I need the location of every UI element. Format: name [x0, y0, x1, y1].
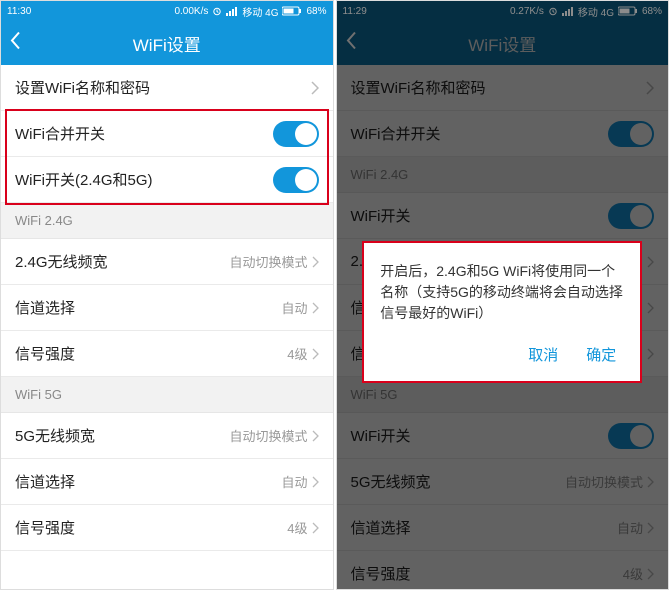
row-merge-switch[interactable]: WiFi合并开关 — [1, 111, 333, 157]
alarm-icon — [212, 6, 222, 16]
chevron-right-icon — [312, 522, 319, 534]
row-label: 信道选择 — [15, 471, 75, 492]
battery-icon — [282, 6, 302, 16]
status-network: 移动 4G — [242, 4, 278, 19]
header-title: WiFi设置 — [133, 31, 201, 56]
status-speed: 0.00K/s — [174, 6, 208, 17]
row-5g-channel[interactable]: 信道选择 自动 — [1, 459, 333, 505]
row-label: 2.4G无线频宽 — [15, 251, 108, 272]
chevron-right-icon — [312, 302, 319, 314]
row-value: 4级 — [287, 344, 307, 363]
status-time: 11:30 — [7, 6, 31, 17]
row-5g-bandwidth[interactable]: 5G无线频宽 自动切换模式 — [1, 413, 333, 459]
header: WiFi设置 — [1, 21, 333, 65]
chevron-right-icon — [312, 430, 319, 442]
row-value: 4级 — [287, 518, 307, 537]
row-set-name-password[interactable]: 设置WiFi名称和密码 — [1, 65, 333, 111]
section-wifi-24g: WiFi 2.4G — [1, 203, 333, 239]
settings-list: 设置WiFi名称和密码 WiFi合并开关 WiFi开关(2.4G和5G) WiF… — [1, 65, 333, 551]
row-value: 自动 — [281, 472, 307, 491]
back-icon[interactable] — [9, 31, 21, 56]
cancel-button[interactable]: 取消 — [528, 344, 558, 365]
toggle-on[interactable] — [273, 167, 319, 193]
row-label: 设置WiFi名称和密码 — [15, 77, 150, 98]
ok-button[interactable]: 确定 — [586, 344, 616, 365]
status-battery: 68% — [306, 6, 326, 17]
row-channel[interactable]: 信道选择 自动 — [1, 285, 333, 331]
chevron-right-icon — [312, 348, 319, 360]
row-label: 信号强度 — [15, 517, 75, 538]
row-signal[interactable]: 信号强度 4级 — [1, 331, 333, 377]
row-label: WiFi合并开关 — [15, 123, 105, 144]
chevron-right-icon — [312, 476, 319, 488]
section-wifi-5g: WiFi 5G — [1, 377, 333, 413]
left-screenshot: 11:30 0.00K/s 移动 4G 68% WiFi设置 设置WiFi名称和… — [0, 0, 334, 590]
chevron-right-icon — [312, 256, 319, 268]
row-value: 自动切换模式 — [229, 252, 307, 271]
row-label: WiFi开关(2.4G和5G) — [15, 169, 153, 190]
row-label: 信号强度 — [15, 343, 75, 364]
dialog-message: 开启后，2.4G和5G WiFi将使用同一个名称（支持5G的移动终端将会自动选择… — [380, 261, 624, 324]
row-label: 5G无线频宽 — [15, 425, 95, 446]
row-wifi-switch-both[interactable]: WiFi开关(2.4G和5G) — [1, 157, 333, 203]
statusbar: 11:30 0.00K/s 移动 4G 68% — [1, 1, 333, 21]
signal-icon — [226, 6, 238, 16]
toggle-on[interactable] — [273, 121, 319, 147]
row-value: 自动切换模式 — [229, 426, 307, 445]
row-5g-signal[interactable]: 信号强度 4级 — [1, 505, 333, 551]
chevron-right-icon — [311, 81, 319, 95]
row-value: 自动 — [281, 298, 307, 317]
row-label: 信道选择 — [15, 297, 75, 318]
confirm-dialog: 开启后，2.4G和5G WiFi将使用同一个名称（支持5G的移动终端将会自动选择… — [362, 241, 642, 383]
right-screenshot: 11:29 0.27K/s 移动 4G 68% WiFi设置 设置WiFi名称和… — [336, 0, 669, 590]
row-24g-bandwidth[interactable]: 2.4G无线频宽 自动切换模式 — [1, 239, 333, 285]
